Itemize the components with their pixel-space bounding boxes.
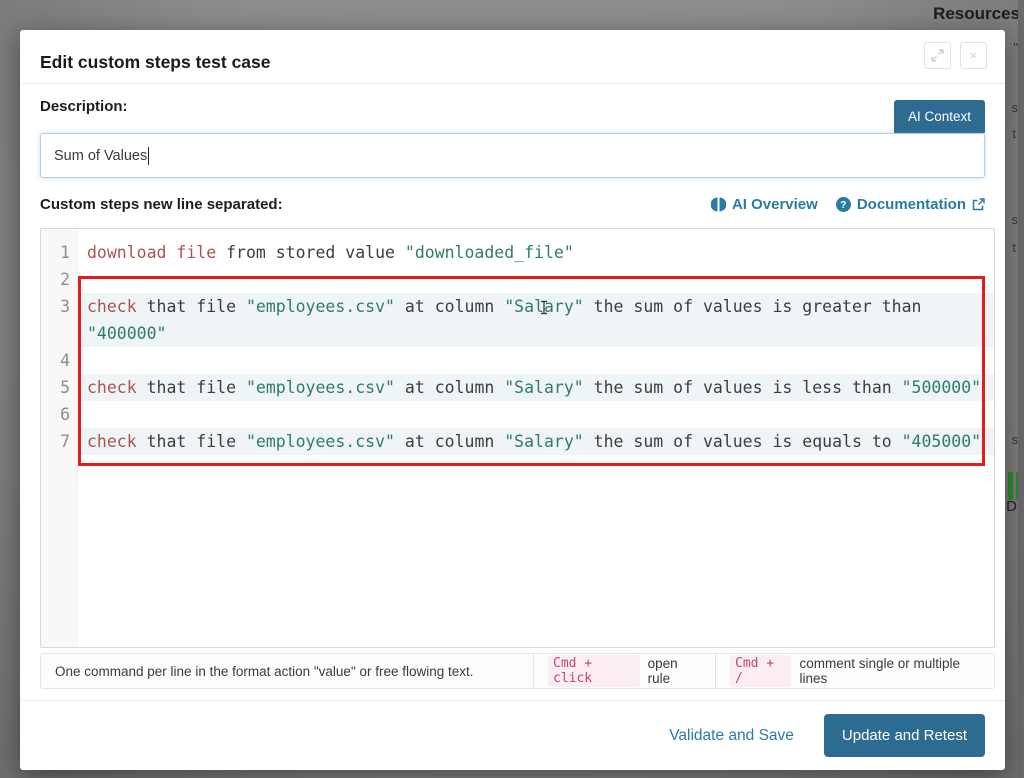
code-segment: "400000" (87, 324, 167, 343)
code-segment: at column (394, 378, 505, 397)
editor-rows: 1 download file from stored value "downlo… (41, 239, 994, 455)
cmd-click-chip: Cmd + click (548, 655, 640, 687)
code-segment: "500000" (901, 378, 982, 397)
code-segment: "downloaded_file" (404, 243, 574, 262)
code-segment: check (87, 378, 137, 397)
close-button[interactable]: × (960, 42, 987, 69)
bg-fragment: t (1012, 126, 1016, 141)
modal-footer: Validate and Save Update and Retest (20, 701, 1005, 770)
comment-hint-label: comment single or multiple lines (799, 656, 961, 686)
code-segment: "405000" (901, 432, 982, 451)
code-segment: check (87, 432, 137, 451)
update-and-retest-button[interactable]: Update and Retest (823, 714, 985, 757)
code-segment: "employees.csv" (245, 378, 395, 397)
window-controls: × (924, 42, 987, 69)
line-number: 7 (60, 432, 70, 451)
line-number: 5 (60, 378, 70, 397)
code-segment: that file (136, 432, 246, 451)
editor-row: 3 check that file "employees.csv" at colu… (41, 293, 994, 320)
ai-context-button[interactable]: AI Context (893, 100, 985, 133)
description-input[interactable]: Sum of Values (40, 133, 985, 178)
ai-overview-link[interactable]: AI Overview (710, 196, 818, 213)
code-segment: the sum of values is greater than (583, 297, 922, 316)
description-value: Sum of Values (54, 147, 148, 164)
expand-button[interactable] (924, 42, 951, 69)
line-number (41, 320, 78, 347)
code-segment: download file (87, 243, 217, 262)
hint-text: One command per line in the format actio… (55, 663, 474, 679)
description-label: Description: (40, 98, 128, 115)
code-segment: "Salary" (504, 378, 584, 397)
line-number: 1 (60, 243, 70, 262)
open-rule-label: open rule (647, 656, 678, 686)
text-caret (148, 146, 150, 165)
cmd-slash-chip: Cmd + / (730, 655, 792, 687)
line-number: 3 (60, 297, 70, 316)
editor-row: 1 download file from stored value "downlo… (41, 239, 994, 266)
editor-row: 5 check that file "employees.csv" at colu… (41, 374, 994, 401)
code-segment: at column (394, 432, 505, 451)
editor-row: 7 check that file "employees.csv" at colu… (41, 428, 994, 455)
bg-fragment: t (1012, 240, 1016, 255)
code-segment: "employees.csv" (245, 432, 395, 451)
code-segment: from stored value (216, 243, 405, 262)
code-line: "400000" (78, 320, 994, 347)
validate-and-save-button[interactable]: Validate and Save (669, 727, 794, 745)
editor-row: 4 (41, 347, 994, 374)
code-segment: that file (136, 297, 246, 316)
code-segment: "Salary" (504, 297, 584, 316)
hint-bar: One command per line in the format actio… (40, 653, 995, 689)
code-segment: the sum of values is less than (583, 378, 902, 397)
editor-row: 2 (41, 266, 994, 293)
line-number: 2 (60, 270, 70, 289)
documentation-link[interactable]: ? Documentation (835, 196, 985, 213)
editor-row: 6 (41, 401, 994, 428)
code-line: check that file "employees.csv" at colum… (78, 428, 994, 455)
editor-row: "400000" (41, 320, 994, 347)
modal-title: Edit custom steps test case (40, 52, 271, 72)
resources-label: Resources (933, 4, 1020, 23)
code-segment: check (87, 297, 137, 316)
code-segment: that file (136, 378, 246, 397)
code-line: check that file "employees.csv" at colum… (78, 374, 994, 401)
edit-test-case-modal: Edit custom steps test case × Descriptio… (20, 30, 1005, 770)
code-line: download file from stored value "downloa… (78, 239, 994, 266)
external-link-icon (972, 198, 985, 211)
code-segment: the sum of values is equals to (583, 432, 902, 451)
header-divider (20, 83, 1005, 84)
documentation-label: Documentation (856, 196, 966, 213)
code-segment: at column (394, 297, 505, 316)
code-segment: "employees.csv" (245, 297, 395, 316)
custom-steps-label: Custom steps new line separated: (40, 196, 283, 213)
expand-icon (931, 49, 944, 62)
question-icon: ? (835, 197, 851, 212)
page-edge-strip (1018, 0, 1024, 778)
ai-overview-icon (710, 197, 726, 212)
line-number: 4 (60, 351, 70, 370)
code-line: check that file "employees.csv" at colum… (78, 293, 994, 320)
code-editor[interactable]: 1 download file from stored value "downlo… (40, 228, 995, 648)
line-number: 6 (60, 405, 70, 424)
close-icon: × (969, 48, 978, 63)
ai-overview-label: AI Overview (731, 196, 818, 213)
bg-fragment: D (1006, 498, 1017, 515)
code-segment: "Salary" (504, 432, 584, 451)
